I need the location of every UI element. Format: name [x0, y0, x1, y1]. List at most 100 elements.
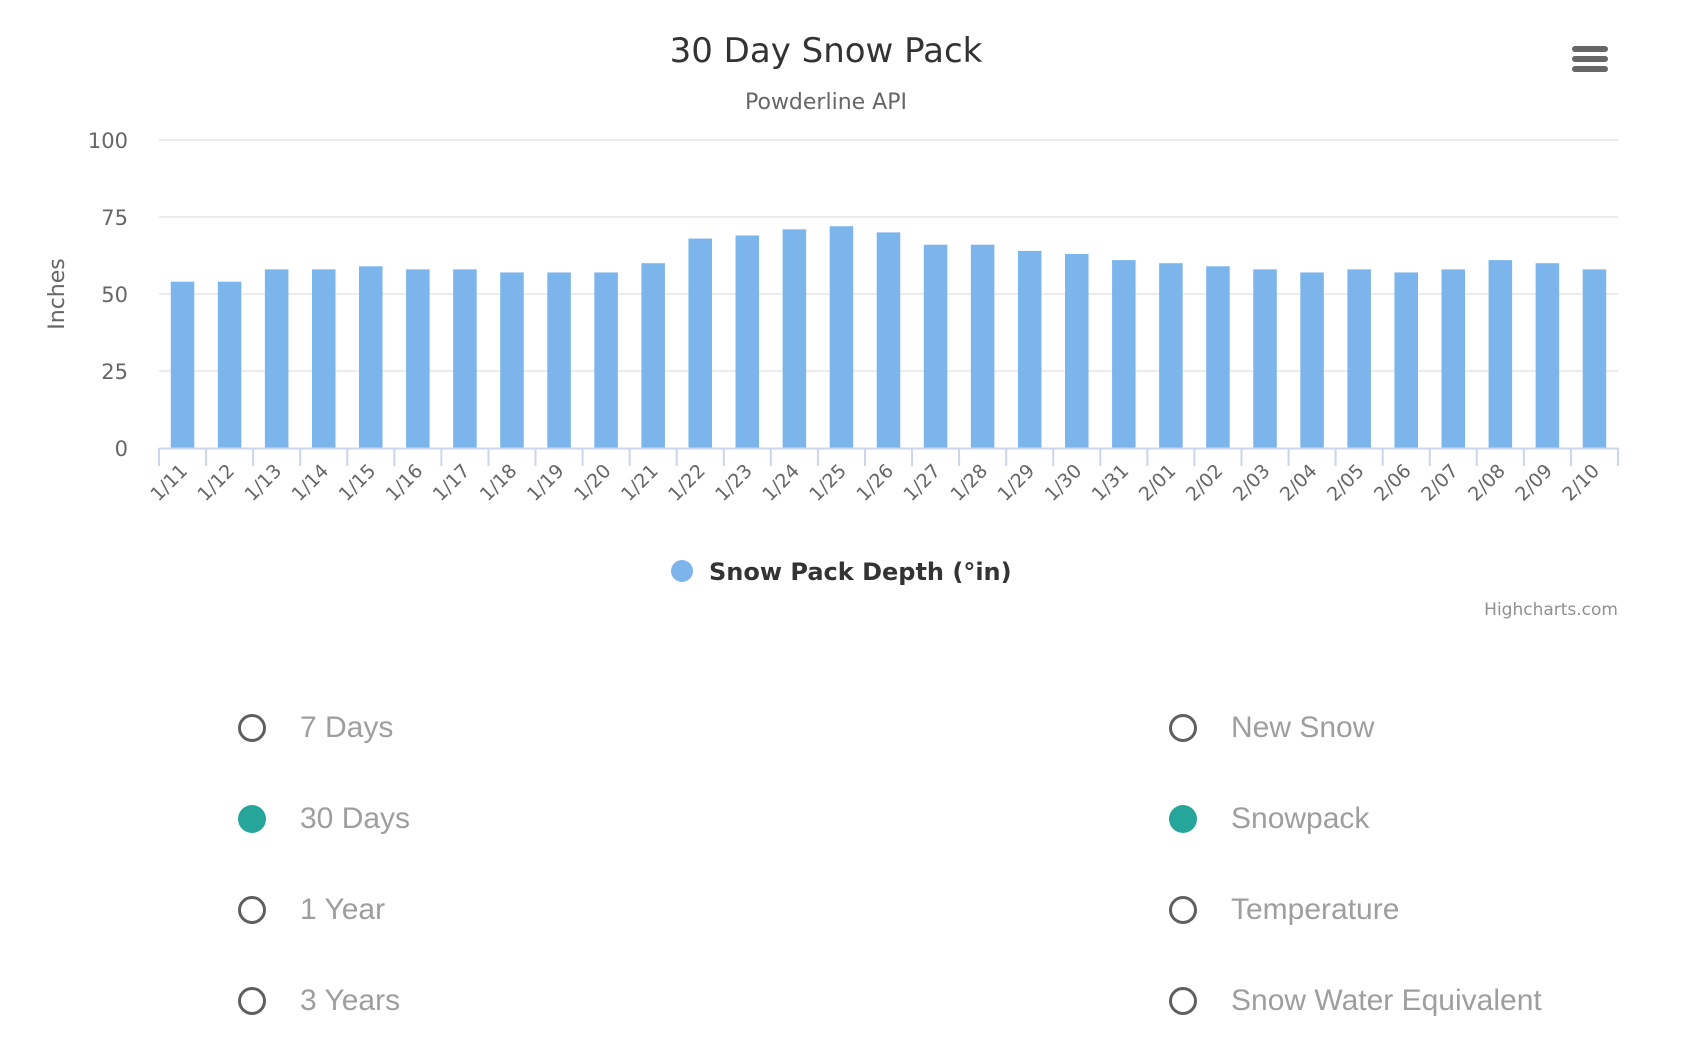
metric-option-snow-water-equivalent[interactable]: Snow Water Equivalent [1169, 971, 1542, 1031]
bar[interactable] [1582, 269, 1607, 448]
bar[interactable] [406, 269, 430, 448]
bar[interactable] [170, 281, 195, 448]
range-option-3-years[interactable]: 3 Years [238, 971, 400, 1031]
x-tick-label: 1/30 [1041, 460, 1087, 506]
y-tick-label: 0 [115, 437, 128, 461]
x-tick-label: 1/31 [1088, 460, 1134, 506]
menu-bar [1572, 56, 1608, 62]
bar[interactable] [876, 232, 901, 448]
option-label: Snow Water Equivalent [1231, 984, 1542, 1017]
x-tick-label: 1/24 [758, 460, 804, 506]
bar-series [170, 226, 1607, 448]
x-tick-label: 1/27 [899, 460, 945, 506]
chart-title: 30 Day Snow Pack [670, 31, 983, 71]
option-label: New Snow [1231, 711, 1375, 744]
bar[interactable] [547, 272, 571, 448]
bar[interactable] [1017, 250, 1042, 448]
x-tick-label: 1/21 [617, 460, 663, 506]
range-option-1-year[interactable]: 1 Year [238, 880, 385, 940]
credits-link[interactable]: Highcharts.com [1484, 600, 1618, 620]
metric-option-new-snow[interactable]: New Snow [1169, 698, 1374, 758]
menu-bar [1572, 66, 1608, 72]
x-tick-label: 1/23 [711, 460, 757, 506]
bar[interactable] [1347, 269, 1371, 448]
y-tick-label: 75 [101, 206, 128, 230]
x-tick-label: 1/13 [240, 460, 286, 506]
x-tick-label: 2/07 [1417, 460, 1463, 506]
bar[interactable] [1159, 263, 1183, 448]
bar[interactable] [311, 269, 336, 448]
x-tick-label: 2/09 [1511, 460, 1557, 506]
x-tick-label: 1/26 [852, 460, 898, 506]
bar[interactable] [641, 263, 665, 448]
chart-container: 30 Day Snow Pack Powderline API Inches 0… [0, 0, 1682, 640]
y-tick-label: 50 [101, 283, 128, 307]
radio-button[interactable] [238, 805, 266, 833]
x-tick-label: 1/15 [335, 460, 381, 506]
radio-button[interactable] [238, 896, 266, 924]
x-tick-label: 1/28 [946, 460, 992, 506]
x-tick-labels: 1/11 1/12 1/13 1/14 1/15 1/16 1/17 1/18 1/19 1/20… [146, 460, 1604, 506]
radio-button[interactable] [1169, 896, 1197, 924]
x-tick-label: 1/25 [805, 460, 851, 506]
bar[interactable] [1535, 263, 1560, 448]
x-tick-label: 2/08 [1464, 460, 1510, 506]
metric-option-temperature[interactable]: Temperature [1169, 880, 1399, 940]
chart-menu-button[interactable] [1572, 46, 1608, 76]
bar[interactable] [735, 235, 760, 448]
x-tick-label: 1/16 [382, 460, 428, 506]
bar[interactable] [453, 269, 477, 448]
bar[interactable] [782, 229, 807, 448]
y-tick-label: 100 [88, 129, 128, 153]
bar[interactable] [1300, 272, 1324, 448]
bar[interactable] [217, 281, 242, 448]
bar[interactable] [1441, 269, 1466, 448]
radio-button[interactable] [238, 714, 266, 742]
bar[interactable] [1112, 260, 1136, 448]
radio-button[interactable] [238, 987, 266, 1015]
radio-button[interactable] [1169, 987, 1197, 1015]
x-tick-label: 1/11 [146, 460, 192, 506]
bar[interactable] [1206, 266, 1230, 448]
bar[interactable] [500, 272, 524, 448]
x-tick-label: 1/14 [288, 460, 334, 506]
metric-option-snowpack[interactable]: Snowpack [1169, 789, 1369, 849]
bar[interactable] [970, 244, 995, 448]
x-tick-label: 1/22 [664, 460, 710, 506]
bar[interactable] [829, 226, 854, 448]
option-label: Temperature [1231, 893, 1400, 926]
bar[interactable] [688, 238, 713, 448]
bar[interactable] [1488, 260, 1513, 448]
radio-button[interactable] [1169, 714, 1197, 742]
bar[interactable] [594, 272, 618, 448]
x-tick-label: 1/12 [193, 460, 239, 506]
x-tick-label: 2/06 [1370, 460, 1416, 506]
legend-swatch-icon [671, 560, 693, 582]
menu-bar [1572, 46, 1608, 52]
range-option-7-days[interactable]: 7 Days [238, 698, 393, 758]
x-tick-label: 2/03 [1229, 460, 1275, 506]
y-axis-label: Inches [45, 258, 70, 329]
x-tick-label: 2/05 [1323, 460, 1369, 506]
x-tick-label: 2/01 [1135, 460, 1181, 506]
radio-button[interactable] [1169, 805, 1197, 833]
x-tick-label: 1/17 [429, 460, 475, 506]
option-label: 7 Days [300, 711, 394, 744]
legend-label: Snow Pack Depth (°in) [709, 558, 1012, 586]
bar[interactable] [264, 269, 289, 448]
bar[interactable] [1253, 269, 1277, 448]
bar[interactable] [1394, 272, 1418, 448]
x-tick-label: 1/18 [476, 460, 522, 506]
x-tick-label: 1/20 [570, 460, 616, 506]
bar[interactable] [923, 244, 948, 448]
option-label: 1 Year [300, 893, 386, 926]
option-label: 30 Days [300, 802, 411, 835]
x-tick-label: 2/02 [1182, 460, 1228, 506]
bar[interactable] [1064, 253, 1089, 448]
chart-options-form: 7 Days 30 Days 1 Year 3 Years New Snow S… [0, 660, 1682, 1030]
legend[interactable]: Snow Pack Depth (°in) [671, 558, 1012, 586]
bar[interactable] [359, 266, 383, 448]
chart-subtitle: Powderline API [745, 90, 907, 115]
range-option-30-days[interactable]: 30 Days [238, 789, 410, 849]
option-label: 3 Years [300, 984, 401, 1017]
